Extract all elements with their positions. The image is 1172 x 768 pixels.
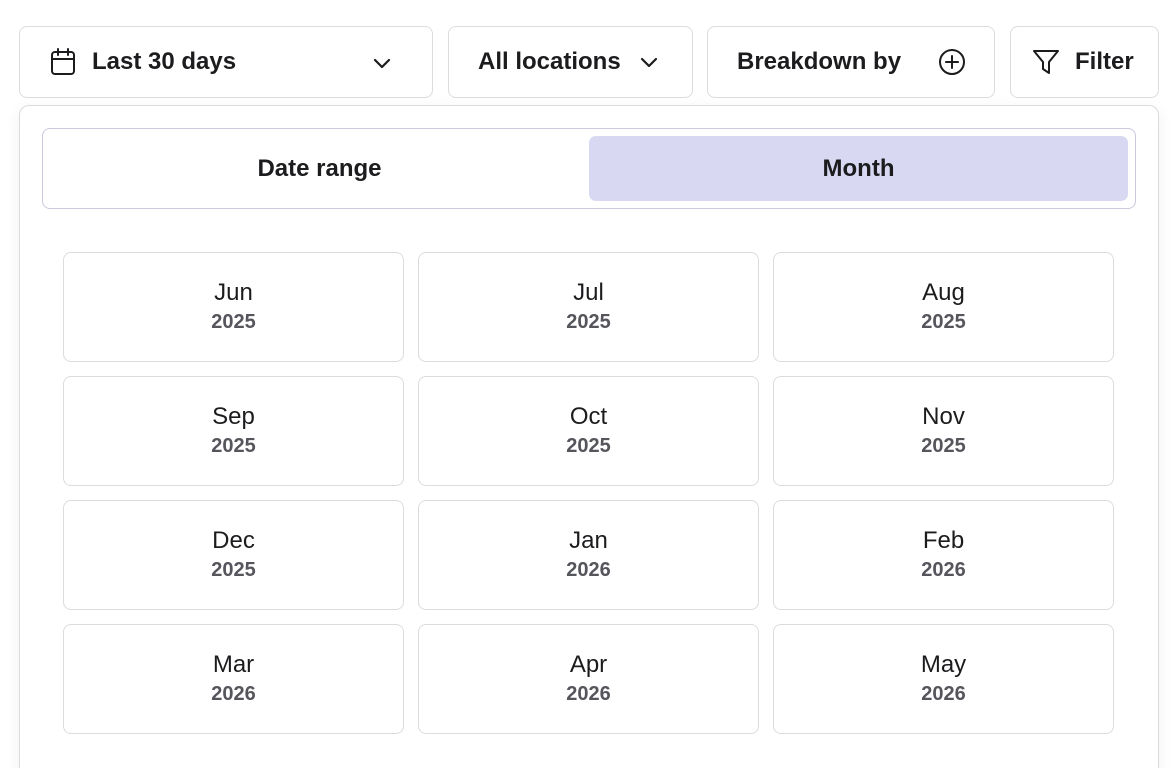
month-year: 2026 [211, 683, 256, 705]
month-year: 2025 [566, 311, 611, 333]
month-year: 2025 [921, 311, 966, 333]
month-option[interactable]: Apr 2026 [418, 624, 759, 734]
month-name: Aug [922, 279, 965, 306]
date-range-dropdown[interactable]: Last 30 days [19, 26, 433, 98]
month-name: Feb [922, 527, 965, 554]
month-option[interactable]: Nov 2025 [773, 376, 1114, 486]
filter-label: Filter [1075, 48, 1134, 75]
month-name: Oct [569, 403, 608, 430]
month-name: Mar [212, 651, 255, 678]
month-name: Sep [212, 403, 255, 430]
month-grid: Jun 2025 Jul 2025 Aug 2025 Sep 2025 Oct … [63, 252, 1114, 734]
month-year: 2026 [566, 683, 611, 705]
month-year: 2025 [566, 435, 611, 457]
month-name: Jan [569, 527, 608, 554]
month-option[interactable]: Jun 2025 [63, 252, 404, 362]
breakdown-by-button[interactable]: Breakdown by [707, 26, 995, 98]
month-year: 2025 [211, 435, 256, 457]
month-option[interactable]: Oct 2025 [418, 376, 759, 486]
location-label: All locations [478, 48, 621, 75]
month-option[interactable]: Sep 2025 [63, 376, 404, 486]
month-picker-panel: Date range Month Jun 2025 Jul 2025 Aug 2… [19, 105, 1159, 768]
calendar-icon [50, 48, 76, 76]
month-year: 2025 [211, 311, 256, 333]
month-option[interactable]: Mar 2026 [63, 624, 404, 734]
month-year: 2025 [211, 559, 256, 581]
report-toolbar-with-month-picker: Last 30 days All locations Breakdown by [0, 0, 1172, 768]
plus-circle-icon [937, 47, 967, 77]
background-card-edge [1158, 503, 1172, 685]
date-range-label: Last 30 days [92, 48, 237, 75]
chevron-down-icon [637, 50, 661, 74]
month-option[interactable]: May 2026 [773, 624, 1114, 734]
month-year: 2026 [566, 559, 611, 581]
month-option[interactable]: Feb 2026 [773, 500, 1114, 610]
month-name: Dec [212, 527, 255, 554]
month-name: Nov [922, 403, 965, 430]
background-card-edge [1158, 142, 1172, 445]
filter-icon [1031, 47, 1061, 77]
month-option[interactable]: Jul 2025 [418, 252, 759, 362]
breakdown-label: Breakdown by [737, 48, 902, 75]
month-option[interactable]: Aug 2025 [773, 252, 1114, 362]
picker-mode-segmented-control: Date range Month [42, 128, 1136, 209]
month-name: Jul [573, 279, 604, 306]
filter-button[interactable]: Filter [1010, 26, 1159, 98]
month-name: Jun [214, 279, 253, 306]
month-name: May [920, 651, 967, 678]
month-name: Apr [569, 651, 608, 678]
tab-month[interactable]: Month [589, 136, 1128, 201]
month-option[interactable]: Jan 2026 [418, 500, 759, 610]
chevron-down-icon [370, 51, 394, 75]
month-year: 2025 [921, 435, 966, 457]
month-year: 2026 [921, 559, 966, 581]
month-option[interactable]: Dec 2025 [63, 500, 404, 610]
month-year: 2026 [921, 683, 966, 705]
tab-date-range[interactable]: Date range [50, 136, 589, 201]
location-dropdown[interactable]: All locations [448, 26, 693, 98]
